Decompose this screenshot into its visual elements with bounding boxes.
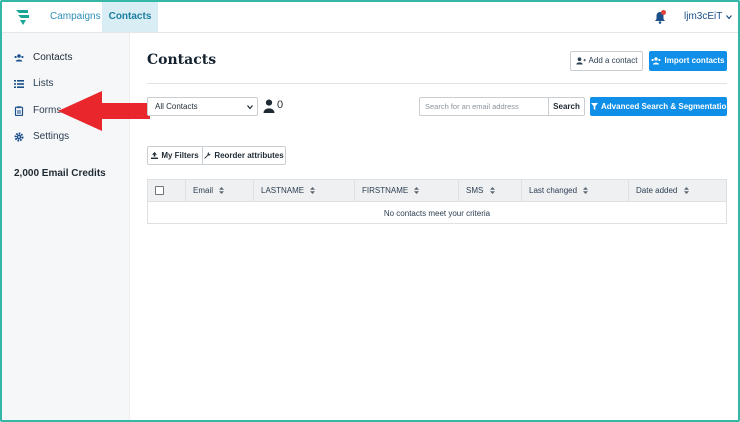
table-header: Email LASTNAME FIRSTNAME SMS Last change… (148, 180, 726, 202)
my-filters-button[interactable]: My Filters (147, 146, 203, 165)
list-icon (14, 80, 24, 88)
chevron-down-icon[interactable] (726, 14, 732, 20)
users-icon (651, 57, 661, 65)
import-contacts-button[interactable]: Import contacts (649, 51, 727, 71)
column-header-lastname[interactable]: LASTNAME (253, 180, 354, 202)
sidebar-item-label: Contacts (33, 52, 73, 63)
notification-dot (661, 10, 666, 15)
column-header-date-added[interactable]: Date added (628, 180, 726, 202)
users-icon (14, 54, 24, 62)
column-header-label: Last changed (529, 186, 578, 195)
tab-campaigns[interactable]: Campaigns (40, 2, 111, 32)
column-header-label: SMS (466, 186, 484, 195)
filter-icon (591, 103, 598, 111)
column-header-label: Email (193, 186, 214, 195)
reorder-attributes-label: Reorder attributes (214, 151, 284, 160)
sort-icon (683, 187, 689, 195)
brand-logo-icon[interactable] (14, 8, 32, 26)
column-header-firstname[interactable]: FIRSTNAME (354, 180, 458, 202)
upload-icon (151, 152, 159, 160)
add-user-icon (575, 57, 586, 65)
column-header-last-changed[interactable]: Last changed (521, 180, 628, 202)
chevron-down-icon (247, 105, 253, 110)
sort-icon (414, 187, 420, 195)
clipboard-icon (14, 106, 24, 116)
column-header-email[interactable]: Email (185, 180, 253, 202)
person-icon (263, 99, 275, 113)
advanced-search-button[interactable]: Advanced Search & Segmentation (590, 97, 731, 116)
select-all-checkbox[interactable] (155, 186, 164, 195)
user-menu[interactable]: ljm3cEiT (684, 2, 722, 32)
contact-list-select-value: All Contacts (155, 102, 198, 111)
column-header-sms[interactable]: SMS (458, 180, 521, 202)
sort-icon (583, 187, 589, 195)
page-title: Contacts (147, 52, 217, 68)
column-header-label: Date added (636, 186, 678, 195)
sidebar-item-label: Lists (33, 78, 54, 89)
contact-list-select[interactable]: All Contacts (147, 97, 258, 116)
sort-icon (219, 187, 225, 195)
gear-icon (14, 132, 24, 142)
wrench-icon (204, 152, 212, 160)
contacts-table: Email LASTNAME FIRSTNAME SMS Last change… (147, 179, 727, 224)
add-contact-button[interactable]: Add a contact (570, 51, 643, 71)
app-window: Campaigns Contacts ljm3cEiT Contacts Lis… (0, 0, 740, 422)
column-header-label: LASTNAME (261, 186, 305, 195)
top-navigation-bar: Campaigns Contacts ljm3cEiT (2, 2, 738, 33)
title-divider (147, 83, 727, 84)
add-contact-label: Add a contact (588, 56, 638, 65)
email-credits: 2,000 Email Credits (14, 168, 106, 179)
empty-table-message: No contacts meet your criteria (383, 209, 491, 218)
advanced-search-label: Advanced Search & Segmentation (601, 102, 732, 111)
import-contacts-label: Import contacts (664, 56, 725, 65)
sort-icon (310, 187, 316, 195)
tab-contacts[interactable]: Contacts (102, 2, 158, 32)
annotation-arrow-icon (58, 91, 150, 131)
column-header-label: FIRSTNAME (362, 186, 409, 195)
search-button[interactable]: Search (548, 97, 585, 116)
contact-count: 0 (277, 99, 284, 111)
reorder-attributes-button[interactable]: Reorder attributes (202, 146, 286, 165)
sort-icon (489, 187, 495, 195)
my-filters-label: My Filters (161, 151, 199, 160)
email-search-input[interactable] (419, 97, 549, 116)
